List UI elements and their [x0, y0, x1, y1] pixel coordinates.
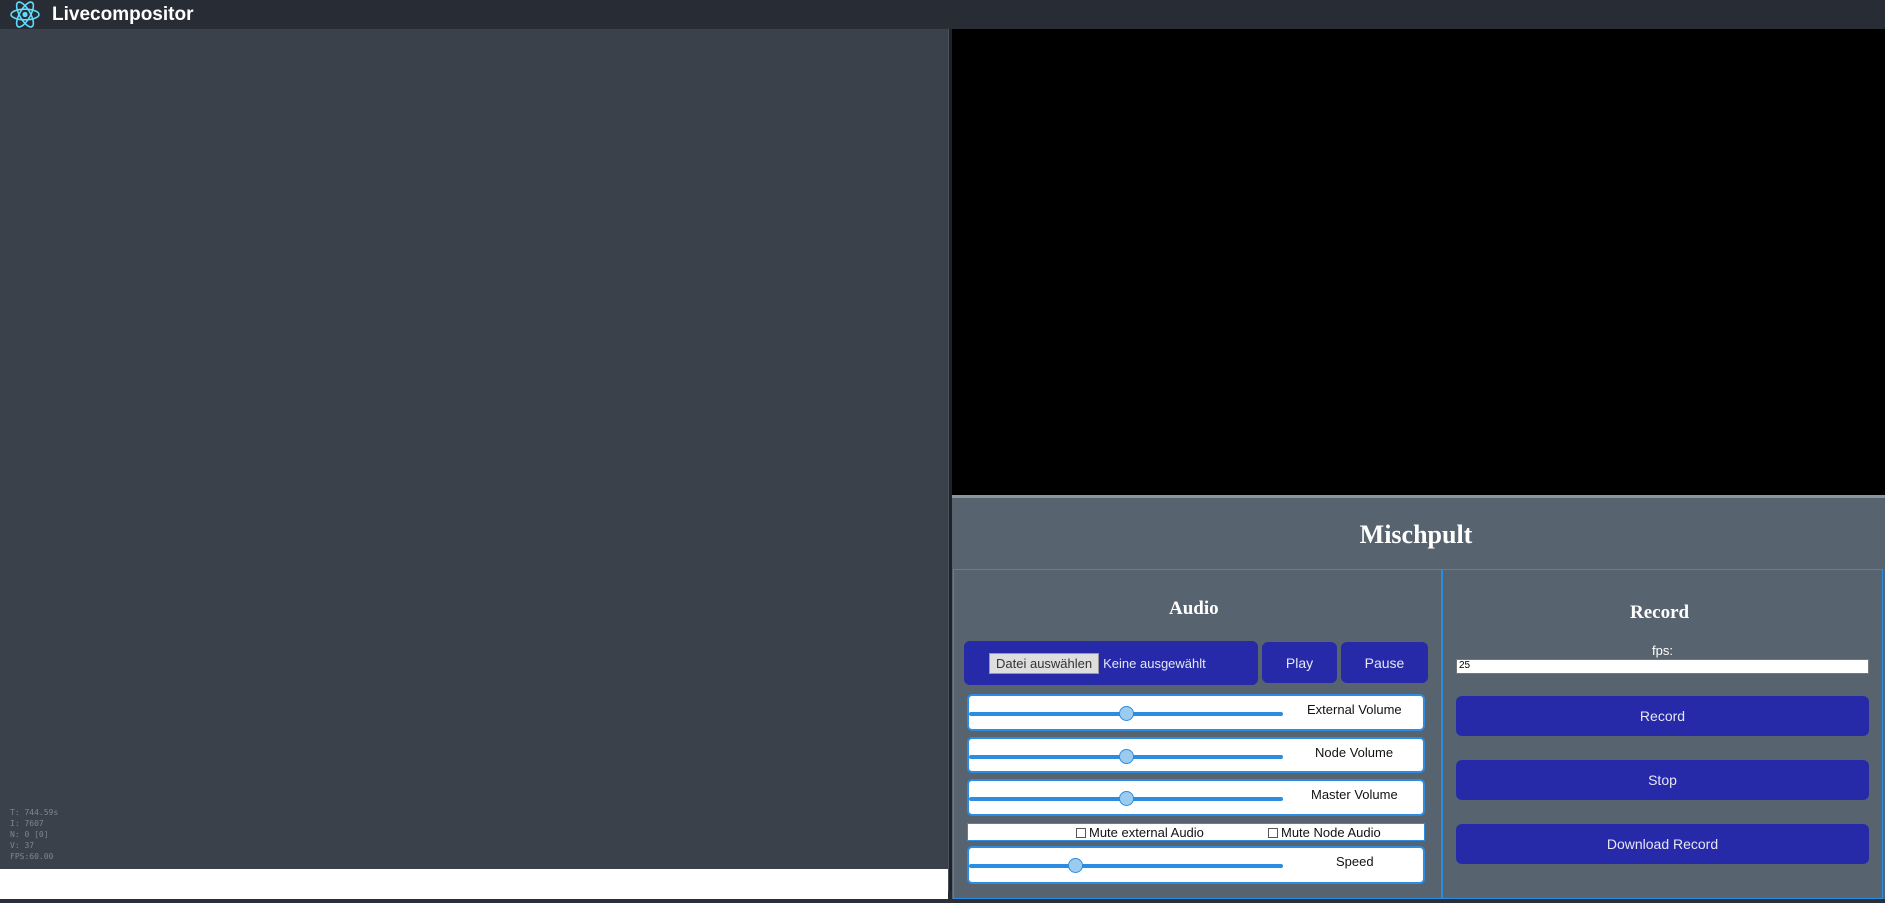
- mute-node-option[interactable]: Mute Node Audio: [1268, 825, 1381, 840]
- app-root: Livecompositor T: 744.59s I: 7607 N: 0 […: [0, 0, 1885, 903]
- bottom-strip: [0, 899, 1885, 903]
- audio-title: Audio: [1169, 598, 1219, 619]
- mute-node-label: Mute Node Audio: [1281, 825, 1381, 840]
- speed-control: Speed: [967, 846, 1425, 884]
- master-volume-thumb[interactable]: [1118, 791, 1134, 806]
- speed-thumb[interactable]: [1068, 858, 1084, 873]
- external-volume-control: External Volume: [967, 694, 1425, 731]
- file-status: Keine ausgewählt: [1103, 655, 1206, 671]
- play-button[interactable]: Play: [1262, 642, 1337, 683]
- fps-label: fps:: [1652, 643, 1673, 658]
- record-title: Record: [1630, 602, 1690, 623]
- mute-external-option[interactable]: Mute external Audio: [1076, 825, 1204, 840]
- speed-track[interactable]: [969, 864, 1283, 868]
- node-editor-canvas[interactable]: T: 744.59s I: 7607 N: 0 [0] V: 37 FPS:60…: [0, 29, 948, 869]
- react-atom-icon: [9, 0, 41, 29]
- stats-vertices: V: 37: [10, 841, 35, 850]
- node-volume-control: Node Volume: [967, 737, 1425, 773]
- external-volume-label: External Volume: [1307, 702, 1402, 717]
- mixer-title: Mischpult: [1359, 520, 1473, 549]
- download-record-button[interactable]: Download Record: [1456, 824, 1869, 864]
- node-volume-label: Node Volume: [1315, 745, 1394, 760]
- stats-time: T: 744.59s: [10, 808, 59, 817]
- app-title: Livecompositor: [52, 4, 194, 25]
- stats-fps: FPS:60.00: [10, 852, 54, 861]
- external-volume-thumb[interactable]: [1118, 706, 1134, 721]
- master-volume-control: Master Volume: [967, 779, 1425, 816]
- video-preview: [952, 29, 1885, 495]
- node-volume-thumb[interactable]: [1118, 749, 1134, 764]
- mute-options: Mute external Audio Mute Node Audio: [967, 823, 1425, 841]
- stats-frames: I: 7607: [10, 819, 44, 828]
- file-picker[interactable]: Datei auswählen Keine ausgewählt: [964, 641, 1258, 685]
- record-button[interactable]: Record: [1456, 696, 1869, 736]
- stats-nodes: N: 0 [0]: [10, 830, 49, 839]
- master-volume-label: Master Volume: [1311, 787, 1398, 802]
- render-stats: T: 744.59s I: 7607 N: 0 [0] V: 37 FPS:60…: [10, 807, 58, 862]
- mute-external-label: Mute external Audio: [1089, 825, 1204, 840]
- pause-button[interactable]: Pause: [1341, 642, 1428, 683]
- stop-button[interactable]: Stop: [1456, 760, 1869, 800]
- speed-label: Speed: [1336, 854, 1374, 869]
- canvas-bottom-bar: [0, 869, 948, 899]
- fps-input[interactable]: 25: [1456, 659, 1869, 674]
- choose-file-button[interactable]: Datei auswählen: [989, 652, 1100, 674]
- top-bar: Livecompositor: [0, 0, 1885, 29]
- mute-external-checkbox[interactable]: [1076, 827, 1086, 838]
- mute-node-checkbox[interactable]: [1268, 827, 1278, 838]
